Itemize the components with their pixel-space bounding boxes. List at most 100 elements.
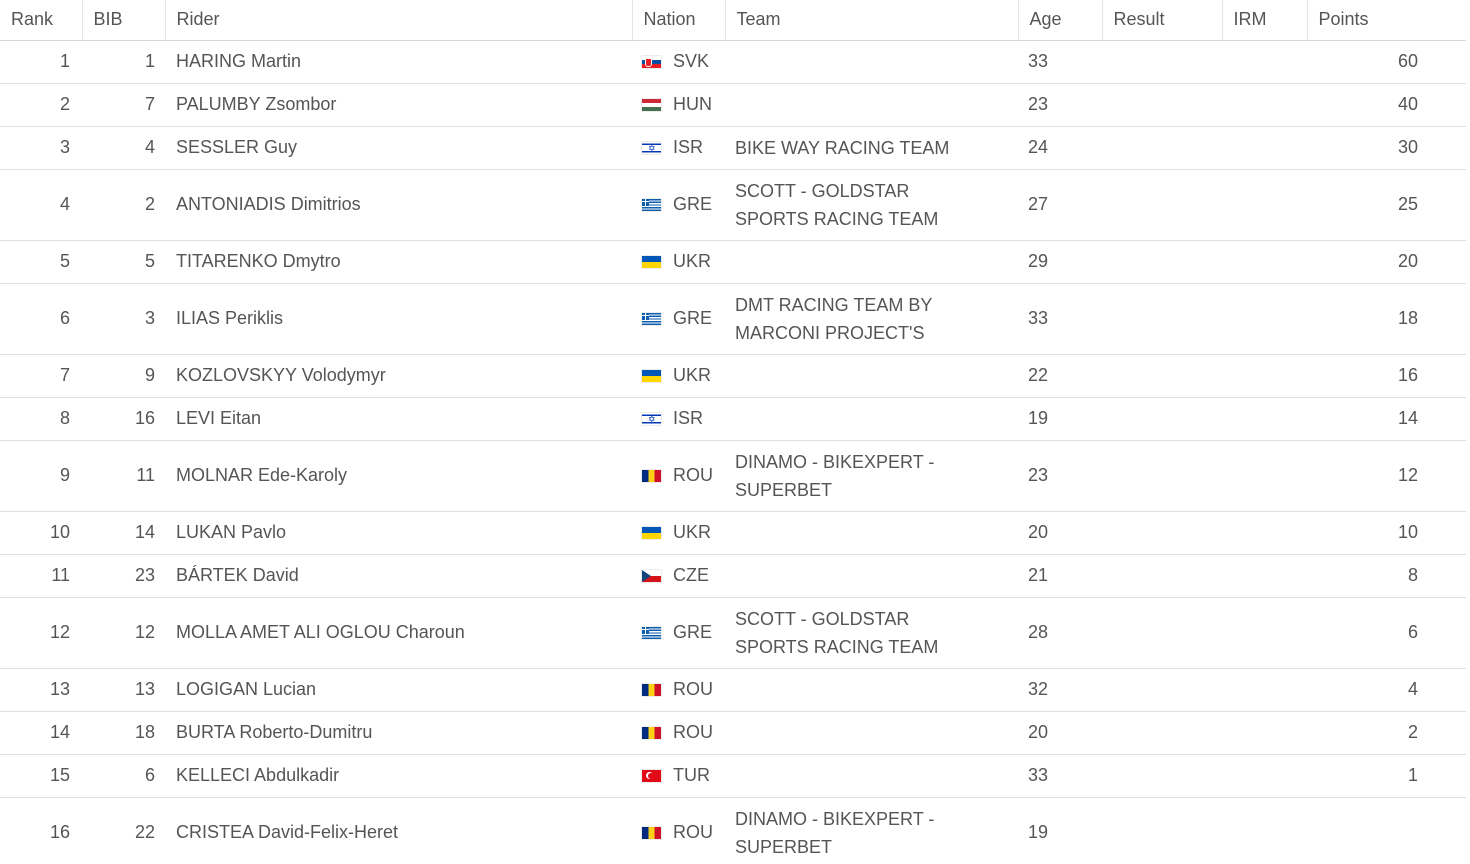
nation-code: SVK [673, 51, 710, 71]
age-cell: 22 [1018, 354, 1102, 398]
rider-name[interactable]: BURTA Roberto-Dumitru [165, 711, 632, 755]
table-row[interactable]: 4 2 ANTONIADIS Dimitrios GRE SCOTT - GOLDSTA… [0, 169, 1466, 241]
table-row[interactable]: 5 5 TITARENKO Dmytro UKR 29 20 [0, 240, 1466, 284]
rou-flag-icon [642, 683, 661, 696]
header-irm[interactable]: IRM [1222, 0, 1308, 41]
header-rank[interactable]: Rank [0, 0, 83, 41]
nation-wrap: SVK [642, 51, 715, 72]
rider-name[interactable]: MOLLA AMET ALI OGLOU Charoun [165, 597, 632, 669]
points-cell: 16 [1307, 354, 1466, 398]
rank-cell: 1 [0, 40, 82, 84]
rank-cell: 11 [0, 554, 82, 598]
rider-name[interactable]: SESSLER Guy [165, 126, 632, 170]
nation-code: GRE [673, 308, 713, 328]
table-header: Rank BIB Rider Nation Team Age Result IR… [0, 0, 1466, 41]
table-row[interactable]: 11 23 BÁRTEK David CZE 21 8 [0, 554, 1466, 598]
rank-cell: 2 [0, 83, 82, 127]
nation-code: ROU [673, 822, 713, 842]
rider-name[interactable]: BÁRTEK David [165, 554, 632, 598]
table-row[interactable]: 13 13 LOGIGAN Lucian ROU 32 4 [0, 668, 1466, 712]
irm-cell [1222, 668, 1307, 712]
team-cell [725, 554, 1018, 598]
bib-cell: 12 [82, 597, 165, 669]
rider-name[interactable]: KELLECI Abdulkadir [165, 754, 632, 798]
table-row[interactable]: 16 22 CRISTEA David-Felix-Heret ROU DINAMO -… [0, 797, 1466, 864]
rider-name[interactable]: PALUMBY Zsombor [165, 83, 632, 127]
nation-cell: TUR [632, 754, 725, 798]
nation-wrap: ROU [642, 679, 715, 700]
table-row[interactable]: 15 6 KELLECI Abdulkadir TUR 33 1 [0, 754, 1466, 798]
rider-name[interactable]: LEVI Eitan [165, 397, 632, 441]
result-cell [1102, 126, 1222, 170]
team-cell [725, 711, 1018, 755]
table-row[interactable]: 7 9 KOZLOVSKYY Volodymyr UKR 22 16 [0, 354, 1466, 398]
points-cell: 25 [1307, 169, 1466, 241]
gre-flag-icon [642, 626, 661, 639]
result-cell [1102, 668, 1222, 712]
rank-cell: 5 [0, 240, 82, 284]
rank-cell: 9 [0, 440, 82, 512]
irm-cell [1222, 354, 1307, 398]
result-cell [1102, 711, 1222, 755]
header-rider[interactable]: Rider [165, 0, 633, 41]
nation-wrap: ROU [642, 465, 715, 486]
header-result[interactable]: Result [1102, 0, 1223, 41]
table-row[interactable]: 9 11 MOLNAR Ede-Karoly ROU DINAMO - BIKEXPER… [0, 440, 1466, 512]
nation-wrap: UKR [642, 365, 715, 386]
nation-code: ISR [673, 137, 704, 157]
team-cell [725, 511, 1018, 555]
nation-cell: UKR [632, 511, 725, 555]
nation-wrap: ISR [642, 137, 715, 158]
nation-wrap: ISR [642, 408, 715, 429]
rider-name[interactable]: HARING Martin [165, 40, 632, 84]
nation-wrap: UKR [642, 251, 715, 272]
rider-name[interactable]: MOLNAR Ede-Karoly [165, 440, 632, 512]
table-row[interactable]: 816LEVI Eitan ISR 19 14 [0, 397, 1466, 441]
bib-cell: 22 [82, 797, 165, 864]
header-team[interactable]: Team [725, 0, 1019, 41]
rider-name[interactable]: TITARENKO Dmytro [165, 240, 632, 284]
table-row[interactable]: 6 3 ILIAS Periklis GRE DMT RACING TEAM BY MA… [0, 283, 1466, 355]
svk-flag-icon [642, 55, 661, 68]
nation-code: GRE [673, 622, 713, 642]
rider-name[interactable]: CRISTEA David-Felix-Heret [165, 797, 632, 864]
irm-cell [1222, 240, 1307, 284]
header-nation[interactable]: Nation [632, 0, 726, 41]
table-row[interactable]: 2 7 PALUMBY Zsombor HUN 23 40 [0, 83, 1466, 127]
bib-cell: 1 [82, 40, 165, 84]
nation-cell: HUN [632, 83, 725, 127]
rou-flag-icon [642, 726, 661, 739]
rider-name[interactable]: LOGIGAN Lucian [165, 668, 632, 712]
age-cell: 20 [1018, 511, 1102, 555]
isr-flag-icon [642, 139, 661, 157]
result-cell [1102, 797, 1222, 864]
bib-cell: 23 [82, 554, 165, 598]
rank-cell: 8 [0, 397, 82, 441]
nation-cell: ROU [632, 440, 725, 512]
rider-name[interactable]: LUKAN Pavlo [165, 511, 632, 555]
nation-cell: CZE [632, 554, 725, 598]
header-points[interactable]: Points [1307, 0, 1466, 41]
header-bib[interactable]: BIB [82, 0, 166, 41]
results-table: Rank BIB Rider Nation Team Age Result IR… [0, 0, 1466, 864]
ukr-flag-icon [642, 255, 661, 268]
irm-cell [1222, 283, 1307, 355]
team-cell: SCOTT - GOLDSTAR SPORTS RACING TEAM [725, 169, 1018, 241]
table-row[interactable]: 12 12 MOLLA AMET ALI OGLOU Charoun GRE SCOTT… [0, 597, 1466, 669]
rider-name[interactable]: KOZLOVSKYY Volodymyr [165, 354, 632, 398]
table-row[interactable]: 14 18 BURTA Roberto-Dumitru ROU 20 2 [0, 711, 1466, 755]
team-cell: SCOTT - GOLDSTAR SPORTS RACING TEAM [725, 597, 1018, 669]
header-age[interactable]: Age [1018, 0, 1103, 41]
nation-wrap: GRE [642, 194, 715, 215]
rider-name[interactable]: ILIAS Periklis [165, 283, 632, 355]
result-cell [1102, 40, 1222, 84]
rider-name[interactable]: ANTONIADIS Dimitrios [165, 169, 632, 241]
irm-cell [1222, 440, 1307, 512]
table-body: 1 1 HARING Martin SVK 33 60 2 7 PALUMBY Zsombor H… [0, 40, 1466, 864]
irm-cell [1222, 83, 1307, 127]
table-row[interactable]: 34SESSLER Guy ISR BIKE WAY RACING TEAM24 30 [0, 126, 1466, 170]
table-row[interactable]: 10 14 LUKAN Pavlo UKR 20 10 [0, 511, 1466, 555]
table-row[interactable]: 1 1 HARING Martin SVK 33 60 [0, 40, 1466, 84]
points-cell: 4 [1307, 668, 1466, 712]
irm-cell [1222, 711, 1307, 755]
